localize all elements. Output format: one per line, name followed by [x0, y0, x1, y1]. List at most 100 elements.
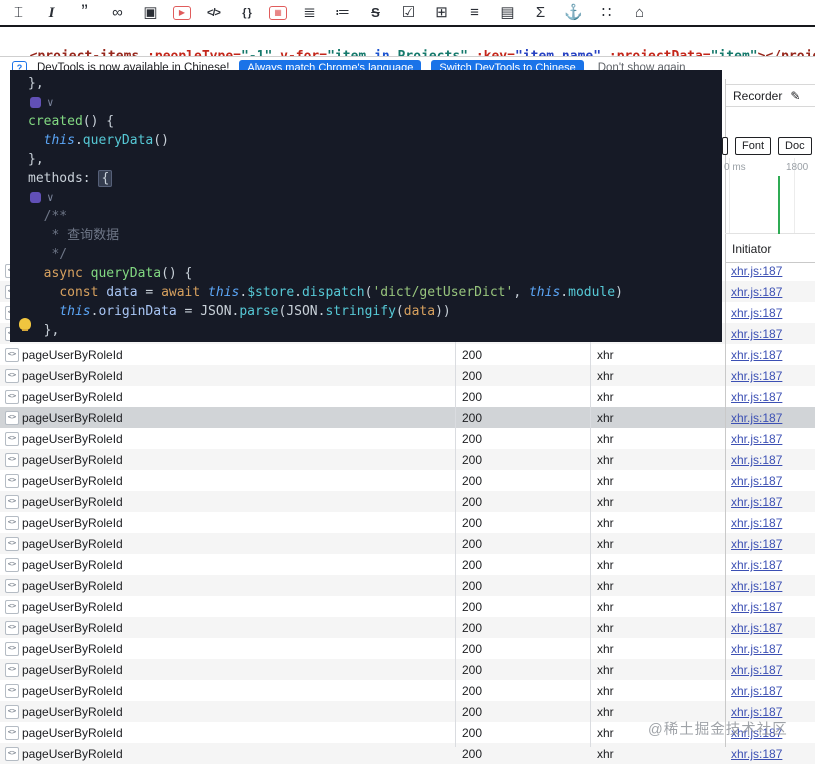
script-file-icon: <>: [5, 432, 19, 446]
request-name: pageUserByRoleId: [22, 621, 123, 635]
script-file-icon: <>: [5, 411, 19, 425]
initiator-link[interactable]: xhr.js:187: [731, 621, 782, 635]
network-request-row[interactable]: <>pageUserByRoleId 200 xhr xhr.js:187: [0, 659, 815, 680]
network-request-row[interactable]: <>pageUserByRoleId 200 xhr xhr.js:187: [0, 638, 815, 659]
request-type: xhr: [597, 369, 614, 383]
right-panel-border[interactable]: [725, 57, 726, 747]
component-badge-icon[interactable]: [30, 192, 41, 203]
task-list-icon[interactable]: ☑: [398, 3, 419, 23]
initiator-link[interactable]: xhr.js:187: [731, 684, 782, 698]
request-name: pageUserByRoleId: [22, 579, 123, 593]
pen-icon: ✎: [790, 88, 801, 103]
recorder-panel-tab[interactable]: Recorder ✎: [726, 84, 815, 107]
filter-chip-cut[interactable]: [722, 137, 728, 155]
editor-line: methods: {: [28, 169, 722, 188]
initiator-link[interactable]: xhr.js:187: [731, 663, 782, 677]
lock-icon[interactable]: ⌂: [629, 3, 650, 23]
initiator-link[interactable]: xhr.js:187: [731, 474, 782, 488]
strikethrough-icon[interactable]: S: [365, 3, 386, 23]
initiator-link[interactable]: xhr.js:187: [731, 600, 782, 614]
initiator-link[interactable]: xhr.js:187: [731, 306, 782, 320]
network-request-row[interactable]: <>pageUserByRoleId 200 xhr xhr.js:187: [0, 554, 815, 575]
editor-line: this.queryData(): [43, 133, 169, 148]
film-icon[interactable]: ▦: [269, 5, 287, 20]
code-block-icon[interactable]: { }: [236, 3, 257, 23]
initiator-link[interactable]: xhr.js:187: [731, 642, 782, 656]
initiator-link[interactable]: xhr.js:187: [731, 516, 782, 530]
initiator-link[interactable]: xhr.js:187: [731, 390, 782, 404]
anchor-icon[interactable]: ⚓: [563, 3, 584, 23]
request-type: xhr: [597, 558, 614, 572]
status-code: 200: [462, 453, 483, 467]
initiator-link[interactable]: xhr.js:187: [731, 537, 782, 551]
inline-code-icon[interactable]: </>: [203, 3, 224, 23]
initiator-link[interactable]: xhr.js:187: [731, 285, 782, 299]
initiator-link[interactable]: xhr.js:187: [731, 264, 782, 278]
initiator-link[interactable]: xhr.js:187: [731, 327, 782, 341]
initiator-link[interactable]: xhr.js:187: [731, 705, 782, 719]
italic-icon[interactable]: I: [41, 3, 62, 23]
request-type: xhr: [597, 663, 614, 677]
initiator-link[interactable]: xhr.js:187: [731, 453, 782, 467]
initiator-link[interactable]: xhr.js:187: [731, 558, 782, 572]
network-request-row[interactable]: <>pageUserByRoleId 200 xhr xhr.js:187: [0, 575, 815, 596]
network-request-row[interactable]: <>pageUserByRoleId 200 xhr xhr.js:187: [0, 365, 815, 386]
network-request-row[interactable]: <>pageUserByRoleId 200 xhr xhr.js:187: [0, 617, 815, 638]
network-request-row[interactable]: <>pageUserByRoleId 200 xhr xhr.js:187: [0, 596, 815, 617]
script-file-icon: <>: [5, 747, 19, 761]
network-request-row[interactable]: <>pageUserByRoleId 200 xhr xhr.js:187: [0, 491, 815, 512]
lightbulb-icon[interactable]: [19, 318, 31, 331]
initiator-link[interactable]: xhr.js:187: [731, 369, 782, 383]
initiator-link[interactable]: xhr.js:187: [731, 747, 782, 761]
grid-icon[interactable]: ∷: [596, 3, 617, 23]
table-icon[interactable]: ⊞: [431, 3, 452, 23]
image-icon[interactable]: ▣: [140, 3, 161, 23]
request-name: pageUserByRoleId: [22, 411, 123, 425]
script-file-icon: <>: [5, 390, 19, 404]
script-file-icon: <>: [5, 558, 19, 572]
status-code: 200: [462, 537, 483, 551]
text-cursor-icon[interactable]: ⌶: [8, 3, 29, 23]
initiator-link[interactable]: xhr.js:187: [731, 411, 782, 425]
formula-icon[interactable]: Σ: [530, 3, 551, 23]
initiator-link[interactable]: xhr.js:187: [731, 432, 782, 446]
initiator-link[interactable]: xhr.js:187: [731, 495, 782, 509]
toolbar-icons: ⌶ I ” ∞ ▣ ▶ </> { } ▦ ≣ ≔ S ☑ ⊞ ≡ ▤ Σ ⚓ ∷ ⌂: [8, 3, 650, 23]
status-code: 200: [462, 348, 483, 362]
network-request-row[interactable]: <>pageUserByRoleId 200 xhr xhr.js:187: [0, 386, 815, 407]
link-icon[interactable]: ∞: [107, 3, 128, 23]
network-filter-chips: Font Doc W: [722, 137, 815, 155]
script-file-icon: <>: [5, 600, 19, 614]
chevron-down-icon[interactable]: ∨: [47, 191, 54, 204]
ordered-list-icon[interactable]: ≔: [332, 3, 353, 23]
request-type: xhr: [597, 474, 614, 488]
network-request-row[interactable]: <>pageUserByRoleId 200 xhr xhr.js:187: [0, 428, 815, 449]
source-editor-popup[interactable]: }, ∨ created() { this.queryData()}, methods…: [10, 70, 722, 342]
filter-doc-chip[interactable]: Doc: [778, 137, 812, 155]
chevron-down-icon[interactable]: ∨: [47, 96, 54, 109]
editor-line: },: [28, 152, 44, 167]
initiator-column-header[interactable]: Initiator: [726, 239, 815, 263]
network-request-row[interactable]: <>pageUserByRoleId 200 xhr xhr.js:187: [0, 743, 815, 764]
initiator-link[interactable]: xhr.js:187: [731, 348, 782, 362]
blockquote-icon[interactable]: ”: [74, 3, 95, 22]
editor-line: async queryData() {: [43, 266, 193, 281]
network-request-row[interactable]: <>pageUserByRoleId 200 xhr xhr.js:187: [0, 470, 815, 491]
network-request-row[interactable]: <>pageUserByRoleId 200 xhr xhr.js:187: [0, 344, 815, 365]
initiator-link[interactable]: xhr.js:187: [731, 579, 782, 593]
editor-line: ∨: [28, 188, 722, 207]
network-request-row[interactable]: <>pageUserByRoleId 200 xhr xhr.js:187: [0, 533, 815, 554]
align-icon[interactable]: ≡: [464, 3, 485, 23]
network-request-row[interactable]: <>pageUserByRoleId 200 xhr xhr.js:187: [0, 512, 815, 533]
request-type: xhr: [597, 621, 614, 635]
video-icon[interactable]: ▶: [173, 5, 191, 20]
page-icon[interactable]: ▤: [497, 3, 518, 23]
component-badge-icon[interactable]: [30, 97, 41, 108]
network-request-row[interactable]: <>pageUserByRoleId 200 xhr xhr.js:187: [0, 449, 815, 470]
request-name: pageUserByRoleId: [22, 642, 123, 656]
network-request-row[interactable]: <>pageUserByRoleId 200 xhr xhr.js:187: [0, 680, 815, 701]
network-request-row[interactable]: <>pageUserByRoleId 200 xhr xhr.js:187: [0, 407, 815, 428]
bullet-list-icon[interactable]: ≣: [299, 3, 320, 23]
filter-font-chip[interactable]: Font: [735, 137, 772, 155]
request-name: pageUserByRoleId: [22, 600, 123, 614]
